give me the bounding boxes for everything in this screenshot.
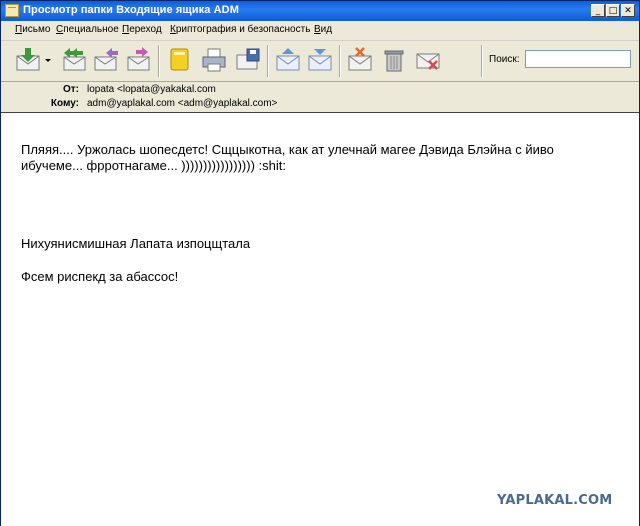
- menu-view[interactable]: Вид: [314, 24, 332, 35]
- save-button[interactable]: [235, 47, 261, 73]
- menu-special-label: пециальное: [63, 24, 119, 35]
- mail-window: Просмотр папки Входящие ящика ADM _ □ ✕ …: [0, 0, 640, 526]
- previous-message-icon: [276, 48, 300, 71]
- from-label: От:: [62, 84, 79, 95]
- search-label: Поиск:: [489, 54, 520, 65]
- save-icon: [236, 48, 260, 70]
- site-watermark: YAPLAKAL.COM: [497, 493, 613, 508]
- close-button[interactable]: ✕: [621, 4, 635, 17]
- menu-go[interactable]: Переход: [122, 24, 162, 35]
- menu-bar: Письмо Специальное Переход Криптография …: [1, 21, 639, 40]
- from-value[interactable]: lopata <lopata@yakakal.com: [87, 84, 216, 95]
- trash-button[interactable]: [381, 47, 407, 73]
- menu-crypto-label: риптография и безопасность: [175, 24, 311, 35]
- message-line: Пляяя.... Уржолась шопесдетс! Сщцыкотна,…: [21, 142, 554, 157]
- delete-message-button[interactable]: [415, 47, 441, 73]
- reply-all-button[interactable]: [61, 47, 87, 73]
- menu-view-accel: В: [314, 24, 321, 35]
- folder-mail-icon: [5, 4, 19, 17]
- menu-letter[interactable]: Письмо: [15, 24, 50, 35]
- address-book-icon: [170, 48, 189, 71]
- toolbar-separator: [339, 45, 341, 77]
- menu-crypto[interactable]: Криптография и безопасность: [170, 24, 310, 35]
- next-message-button[interactable]: [307, 47, 333, 73]
- reply-button[interactable]: [93, 47, 119, 73]
- mark-junk-button[interactable]: [347, 47, 373, 73]
- window-title: Просмотр папки Входящие ящика ADM: [23, 4, 239, 16]
- menu-letter-label: исьмо: [22, 24, 51, 35]
- message-headers: От: lopata <lopata@yakakal.com Кому: adm…: [1, 81, 639, 112]
- delete-message-icon: [416, 53, 440, 70]
- reply-icon: [94, 48, 118, 71]
- print-icon: [202, 48, 226, 72]
- previous-message-button[interactable]: [275, 47, 301, 73]
- print-button[interactable]: [201, 47, 227, 73]
- reply-all-icon: [63, 48, 86, 71]
- next-message-icon: [308, 49, 332, 71]
- message-line: Нихуянисмишная Лапата изпоцщтала: [21, 236, 251, 251]
- address-book-button[interactable]: [166, 47, 192, 73]
- message-line: Фсем риспекд за абассос!: [21, 269, 179, 284]
- to-label: Кому:: [50, 98, 79, 109]
- forward-button[interactable]: [126, 47, 152, 73]
- toolbar-separator: [158, 45, 160, 77]
- menu-view-label: ид: [320, 24, 333, 35]
- search-input[interactable]: [525, 50, 631, 68]
- menu-go-label: ереход: [129, 24, 162, 35]
- toolbar-separator: [267, 45, 269, 77]
- get-mail-button[interactable]: [15, 47, 41, 73]
- maximize-button[interactable]: □: [606, 4, 620, 17]
- forward-icon: [127, 47, 150, 71]
- message-body[interactable]: Пляяя.... Уржолась шопесдетс! Сщцыкотна,…: [1, 112, 639, 526]
- title-bar[interactable]: Просмотр папки Входящие ящика ADM _ □ ✕: [1, 1, 639, 21]
- message-line: ибучеме... фрротнагаме... ))))))))))))))…: [21, 158, 286, 173]
- menu-special[interactable]: Специальное: [56, 24, 119, 35]
- toolbar-separator: [481, 45, 483, 77]
- minimize-button[interactable]: _: [591, 4, 605, 17]
- dropdown-arrow-icon: [45, 59, 51, 62]
- to-value[interactable]: adm@yaplakal.com <adm@yaplakal.com>: [87, 98, 277, 109]
- trash-icon: [384, 50, 404, 72]
- mark-junk-icon: [348, 47, 372, 71]
- get-mail-dropdown[interactable]: [43, 47, 53, 73]
- get-mail-icon: [16, 48, 40, 71]
